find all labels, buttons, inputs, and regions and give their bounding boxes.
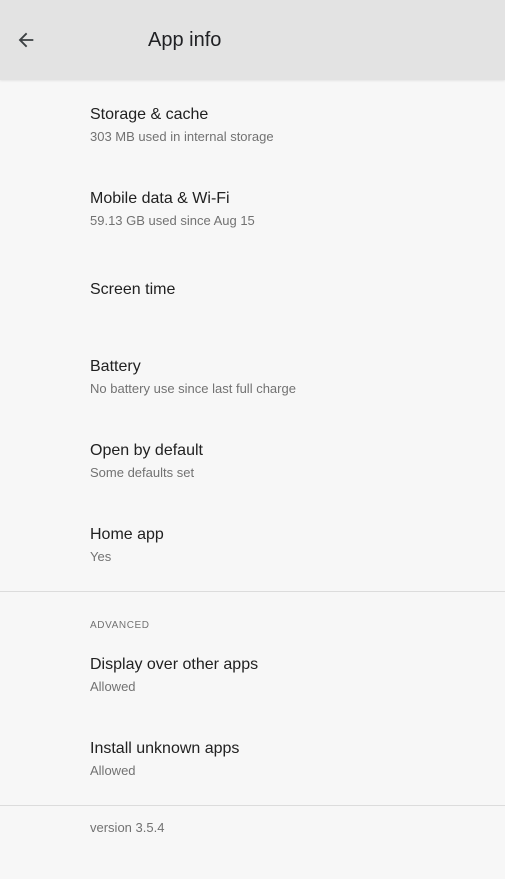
pref-screen-time[interactable]: Screen time: [0, 248, 505, 332]
section-header-advanced: ADVANCED: [0, 592, 505, 631]
pref-open-by-default[interactable]: Open by default Some defaults set: [0, 416, 505, 500]
pref-title: Screen time: [90, 281, 176, 298]
pref-home-app[interactable]: Home app Yes: [0, 500, 505, 584]
pref-summary: Allowed: [90, 679, 136, 694]
pref-storage-cache[interactable]: Storage & cache 303 MB used in internal …: [0, 80, 505, 164]
pref-battery[interactable]: Battery No battery use since last full c…: [0, 332, 505, 416]
page-title: App info: [148, 29, 222, 51]
app-info-list: Storage & cache 303 MB used in internal …: [0, 80, 505, 866]
pref-title: Storage & cache: [90, 106, 209, 123]
app-bar: App info: [0, 0, 505, 80]
pref-summary: No battery use since last full charge: [90, 381, 296, 396]
advanced-section: Display over other apps Allowed Install …: [0, 620, 505, 798]
pref-display-over-other-apps[interactable]: Display over other apps Allowed: [0, 630, 505, 714]
pref-title: Battery: [90, 358, 141, 375]
pref-title: Mobile data & Wi-Fi: [90, 190, 230, 207]
pref-summary: 303 MB used in internal storage: [90, 129, 274, 144]
pref-summary: Yes: [90, 549, 112, 564]
version-footer: version 3.5.4: [0, 806, 505, 866]
pref-title: Install unknown apps: [90, 740, 240, 757]
pref-summary: Allowed: [90, 763, 136, 778]
pref-mobile-data-wifi[interactable]: Mobile data & Wi-Fi 59.13 GB used since …: [0, 164, 505, 248]
version-text: version 3.5.4: [90, 820, 165, 835]
back-button[interactable]: [8, 22, 44, 58]
pref-install-unknown-apps[interactable]: Install unknown apps Allowed: [0, 714, 505, 798]
pref-summary: Some defaults set: [90, 465, 195, 480]
pref-summary: 59.13 GB used since Aug 15: [90, 213, 255, 228]
pref-title: Home app: [90, 526, 164, 543]
arrow-left-icon: [18, 32, 34, 48]
pref-title: Display over other apps: [90, 656, 259, 673]
pref-title: Open by default: [90, 442, 203, 459]
